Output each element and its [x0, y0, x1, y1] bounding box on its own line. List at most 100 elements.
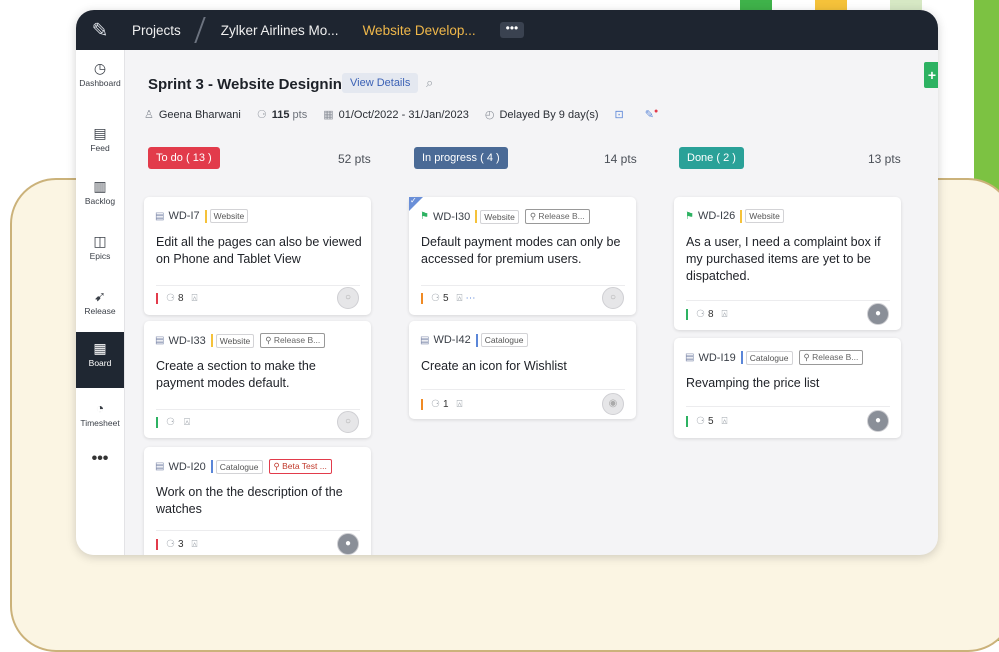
- column-header-done[interactable]: Done ( 2 ): [679, 147, 744, 169]
- add-button[interactable]: +: [924, 62, 938, 88]
- task-card[interactable]: ▤ WD-I33 Website ⚲ Release B... Create a…: [144, 321, 371, 438]
- attachment-icon: ⍓: [456, 399, 463, 410]
- attachment-icon: ⍓: [456, 293, 463, 304]
- points-icon: ⚆: [256, 109, 267, 121]
- user-icon: ♙: [144, 109, 154, 121]
- calendar-icon: ▦: [323, 109, 334, 121]
- points-icon: ⚆: [166, 539, 175, 550]
- release-tag: ⚲ Beta Test ...: [268, 459, 332, 474]
- release-tag: ⚲ Release B...: [524, 209, 590, 224]
- priority-indicator: [156, 417, 158, 428]
- avatar[interactable]: ●: [867, 410, 889, 432]
- card-tag: Website: [480, 209, 519, 224]
- card-points: 5: [707, 416, 714, 427]
- breadcrumb-projects[interactable]: Projects: [132, 23, 181, 38]
- column-points: 13 pts: [868, 152, 901, 166]
- edit-icon[interactable]: ✎●: [645, 108, 658, 121]
- card-points: 8: [707, 309, 714, 320]
- sidebar-item-label: Timesheet: [80, 418, 120, 428]
- sidebar-item-timesheet[interactable]: ◔ Timesheet: [76, 400, 124, 440]
- release-tag: ⚲ Release B...: [798, 350, 864, 365]
- clock-icon: ◴: [484, 109, 495, 121]
- sidebar-item-feed[interactable]: ▤ Feed: [76, 125, 124, 165]
- task-card[interactable]: ✓ ⚑ WD-I30 Website ⚲ Release B... Defaul…: [409, 196, 636, 315]
- backlog-icon: ▥: [93, 178, 107, 194]
- flag-icon: ⚑: [685, 210, 694, 222]
- sidebar-item-board[interactable]: ▦ Board: [76, 332, 124, 388]
- column-badge: In progress ( 4 ): [414, 147, 508, 169]
- card-title: Create a section to make the payment mod…: [156, 359, 316, 390]
- avatar[interactable]: ○: [337, 287, 359, 309]
- flag-icon: ⚑: [420, 211, 429, 222]
- priority-indicator: [156, 539, 158, 550]
- story-icon: ▤: [155, 335, 165, 346]
- dashboard-icon: ◷: [93, 60, 107, 76]
- avatar[interactable]: ●: [337, 533, 359, 555]
- card-id: WD-I7: [168, 210, 200, 222]
- column-header-todo[interactable]: To do ( 13 ): [148, 147, 220, 169]
- sidebar-more-button[interactable]: •••: [76, 450, 124, 468]
- app-window: ✎ Projects Zylker Airlines Mo... Website…: [76, 10, 938, 555]
- feed-icon: ▤: [93, 125, 107, 141]
- attachment-icon: ⍓: [721, 309, 728, 320]
- card-tag: Website: [745, 209, 784, 223]
- card-points: 3: [177, 539, 184, 550]
- task-card[interactable]: ⚑ WD-I26 Website As a user, I need a com…: [674, 197, 901, 330]
- sprint-dates: 01/Oct/2022 - 31/Jan/2023: [338, 108, 469, 121]
- attachment-icon: ⍓: [191, 293, 198, 304]
- avatar[interactable]: ●: [867, 303, 889, 325]
- card-id: WD-I20: [168, 460, 206, 473]
- task-card[interactable]: ▤ WD-I42 Catalogue Create an icon for Wi…: [409, 321, 636, 419]
- view-details-button[interactable]: View Details: [342, 73, 419, 93]
- avatar[interactable]: ○: [337, 411, 359, 433]
- card-tag: Website: [215, 333, 255, 348]
- card-points: 5: [442, 293, 449, 304]
- priority-indicator: [421, 293, 423, 304]
- points-icon: ⚆: [166, 417, 175, 428]
- epics-icon: ◫: [93, 233, 107, 249]
- card-id: WD-I30: [432, 210, 471, 223]
- attachment-icon: ⍓: [183, 417, 190, 428]
- card-id: WD-I33: [168, 334, 206, 347]
- card-points: 1: [442, 399, 449, 410]
- column-header-in-progress[interactable]: In progress ( 4 ): [414, 147, 508, 169]
- card-title: Default payment modes can only be access…: [421, 235, 621, 266]
- chat-icon[interactable]: ⊡: [615, 108, 624, 121]
- priority-indicator: [686, 416, 688, 427]
- sidebar-item-dashboard[interactable]: ◷ Dashboard: [76, 60, 124, 100]
- sprint-meta: ♙ Geena Bharwani ⚆ 115 pts ▦ 01/Oct/2022…: [144, 108, 663, 121]
- breadcrumb-project[interactable]: Zylker Airlines Mo...: [221, 23, 339, 38]
- priority-indicator: [421, 399, 423, 410]
- board-icon: ▦: [93, 340, 107, 356]
- sidebar-item-epics[interactable]: ◫ Epics: [76, 233, 124, 273]
- pen-logo-icon[interactable]: ✎: [76, 10, 124, 50]
- task-card[interactable]: ▤ WD-I19 Catalogue ⚲ Release B... Revamp…: [674, 338, 901, 438]
- sidebar-item-backlog[interactable]: ▥ Backlog: [76, 178, 124, 218]
- timesheet-icon: ◔: [95, 400, 105, 416]
- sidebar-item-release[interactable]: ➹ Release: [76, 288, 124, 328]
- card-id: WD-I42: [433, 334, 471, 346]
- points-icon: ⚆: [166, 293, 175, 304]
- more-options-button[interactable]: •••: [499, 22, 525, 38]
- story-icon: ▤: [155, 210, 165, 222]
- card-title: As a user, I need a complaint box if my …: [686, 235, 881, 283]
- sprint-points: 115: [271, 108, 290, 121]
- breadcrumb-current[interactable]: Website Develop...: [363, 23, 476, 38]
- search-icon[interactable]: ⌕: [426, 75, 433, 91]
- task-card[interactable]: ▤ WD-I7 Website Edit all the pages can a…: [144, 197, 371, 315]
- card-id: WD-I26: [697, 210, 736, 222]
- sidebar-item-label: Epics: [89, 251, 111, 261]
- avatar[interactable]: ◉: [602, 393, 624, 415]
- card-title: Create an icon for Wishlist: [421, 359, 567, 373]
- sprint-points-unit: pts: [292, 108, 308, 121]
- card-tag: Catalogue: [745, 350, 793, 365]
- release-tag: ⚲ Release B...: [260, 333, 326, 348]
- priority-indicator: [686, 309, 688, 320]
- sidebar-item-label: Dashboard: [79, 78, 121, 88]
- card-points: 8: [177, 293, 184, 304]
- story-icon: ▤: [685, 352, 695, 363]
- avatar[interactable]: ○: [602, 287, 624, 309]
- column-badge: Done ( 2 ): [679, 147, 744, 169]
- task-card[interactable]: ▤ WD-I20 Catalogue ⚲ Beta Test ... Work …: [144, 447, 371, 555]
- points-icon: ⚆: [696, 309, 705, 320]
